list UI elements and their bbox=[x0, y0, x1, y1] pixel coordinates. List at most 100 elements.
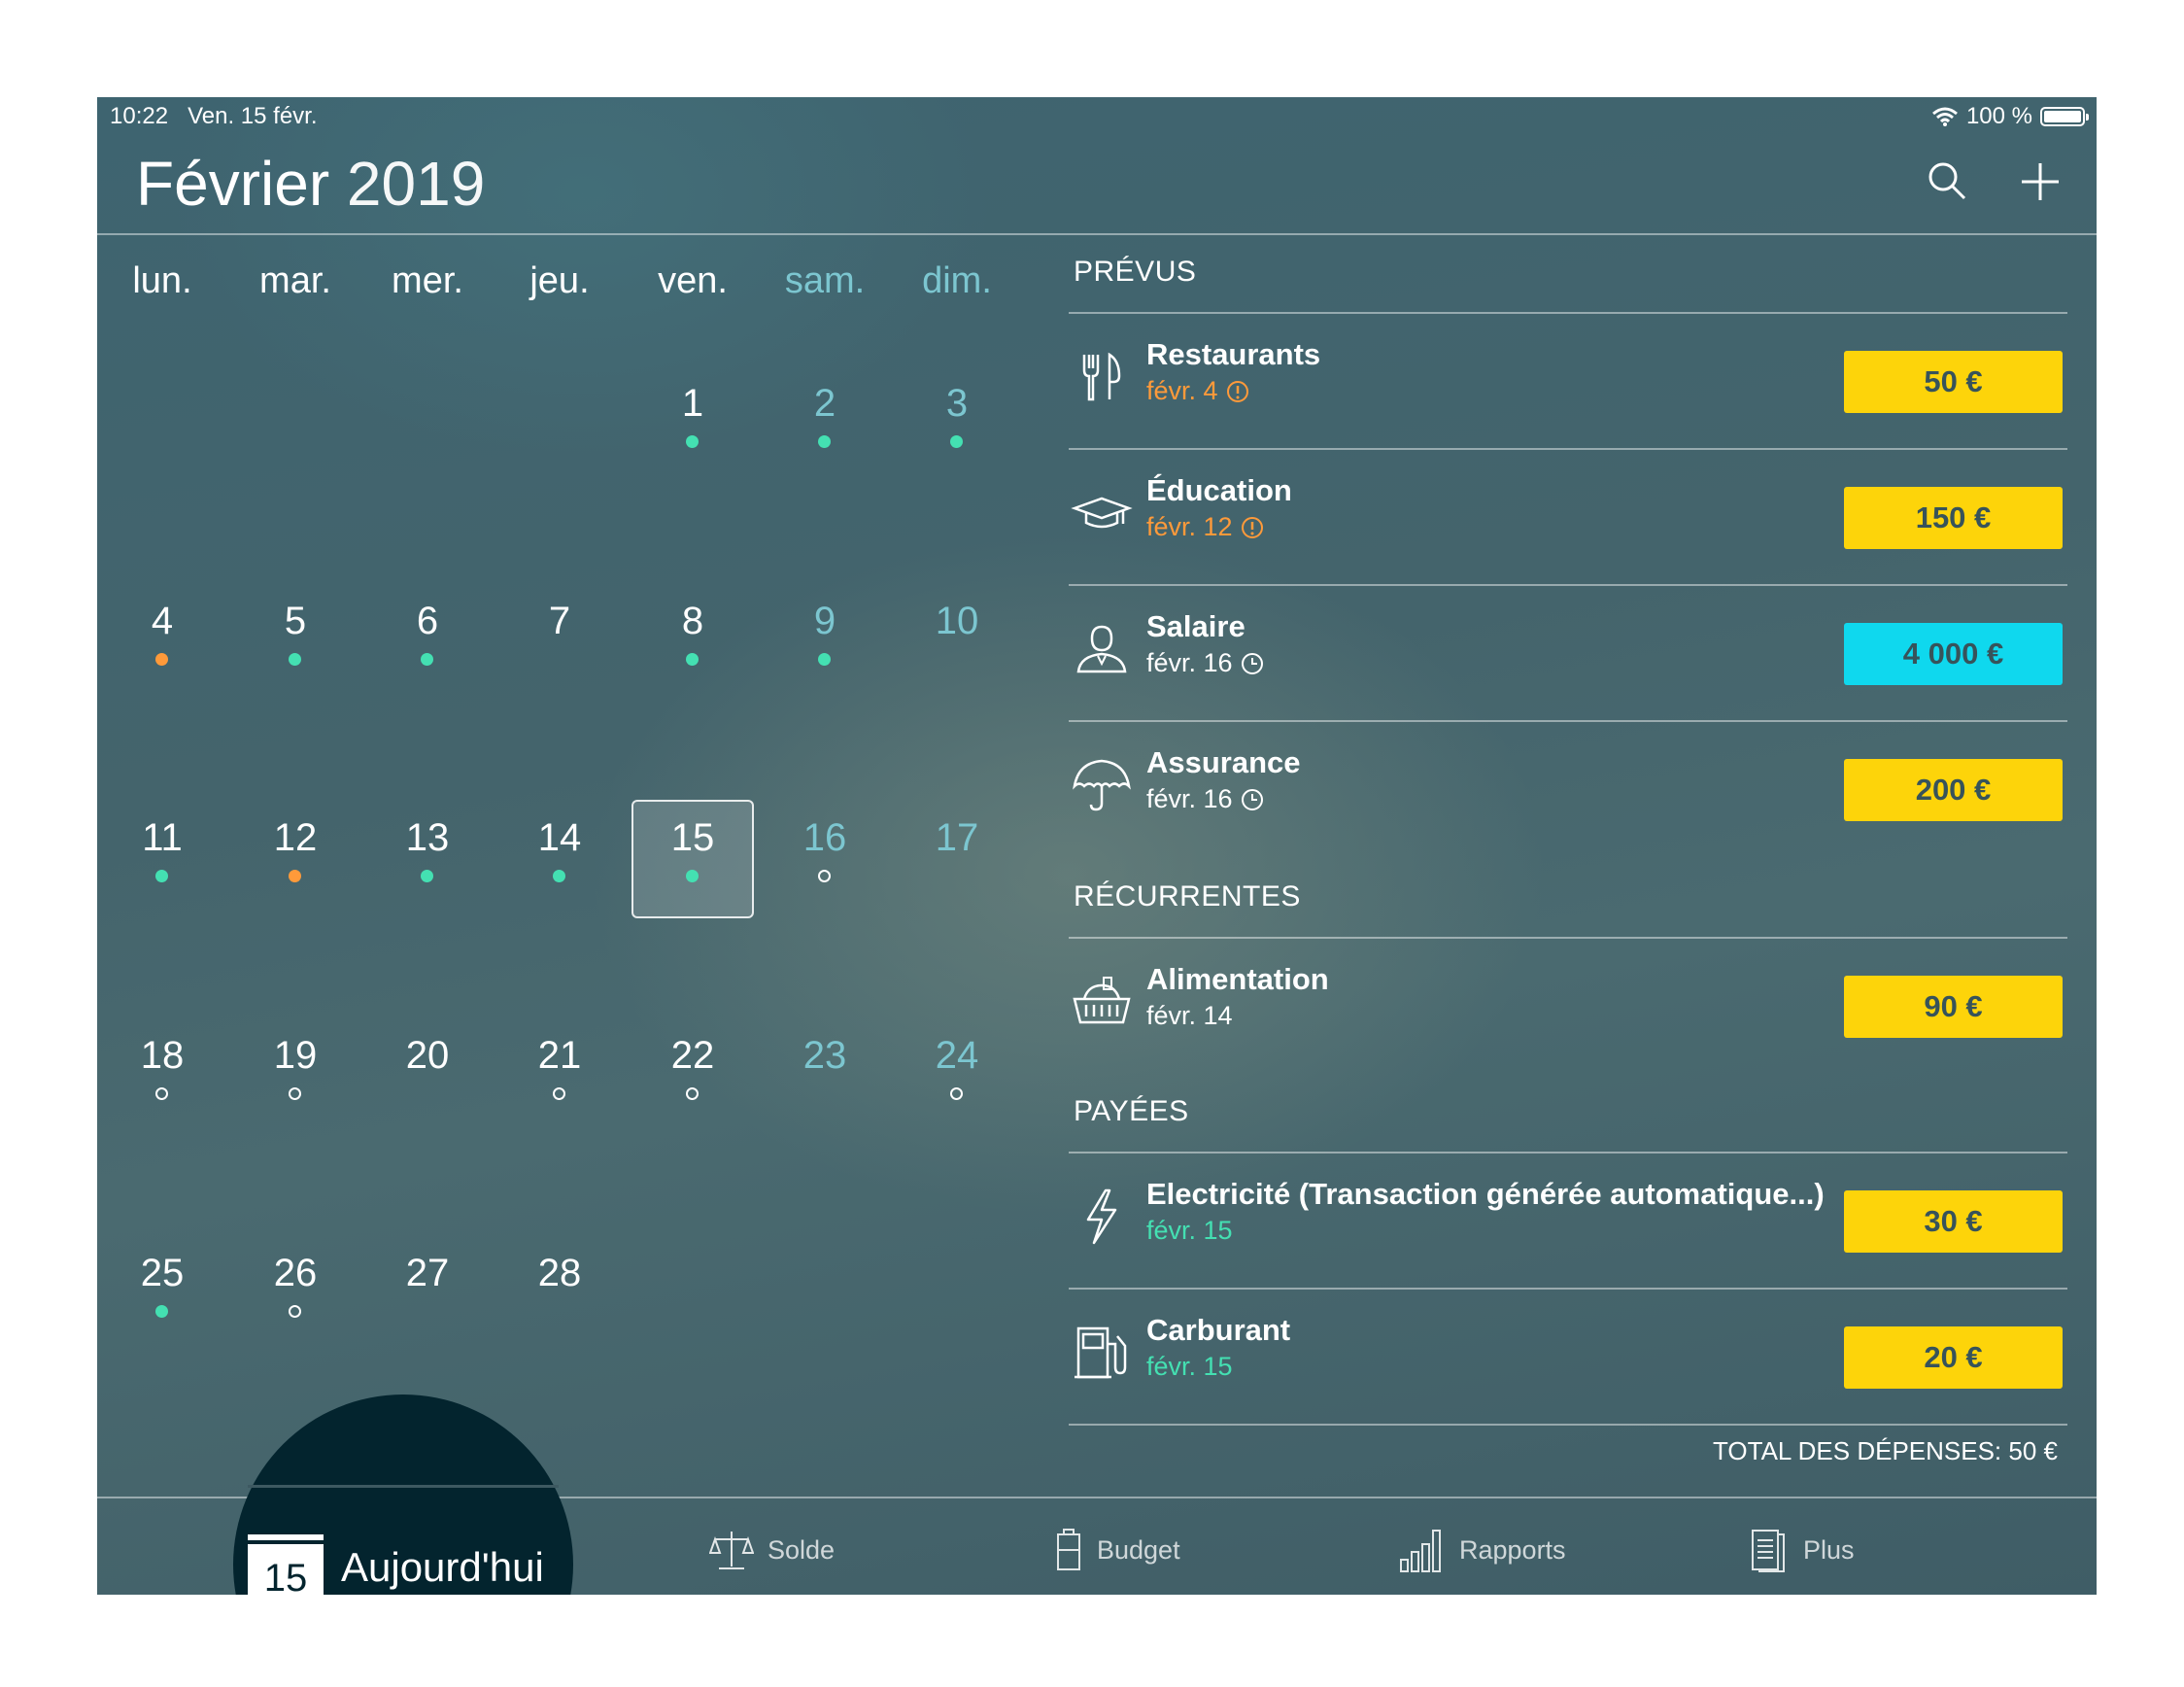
weekday-label: mar. bbox=[259, 260, 331, 301]
event-dot bbox=[686, 653, 699, 666]
calendar-day[interactable]: 14 bbox=[494, 808, 626, 905]
calendar-day[interactable]: 4 bbox=[97, 591, 228, 688]
calendar-day[interactable]: 13 bbox=[361, 808, 494, 905]
event-dot bbox=[818, 435, 831, 448]
item-amount: 150 € bbox=[1844, 487, 2063, 549]
tab-balance[interactable]: Solde bbox=[709, 1521, 835, 1579]
calendar-day[interactable]: 22 bbox=[627, 1025, 759, 1122]
calendar-day[interactable]: 5 bbox=[229, 591, 361, 688]
total-expenses: TOTAL DES DÉPENSES: 50 € bbox=[1713, 1436, 2058, 1465]
calendar-day[interactable]: 25 bbox=[97, 1243, 228, 1340]
calendar-day-number: 16 bbox=[802, 816, 847, 859]
item-amount: 4 000 € bbox=[1844, 623, 2063, 685]
status-bar-right: 100 % bbox=[1931, 103, 2089, 130]
lightning-icon bbox=[1086, 1188, 1117, 1245]
battery-budget-icon bbox=[1057, 1529, 1080, 1570]
item-name: Assurance bbox=[1146, 745, 1301, 779]
calendar-day[interactable]: 28 bbox=[494, 1243, 626, 1340]
event-dot bbox=[155, 870, 168, 882]
calendar-day[interactable]: 15 bbox=[627, 808, 759, 905]
item-date: févr. 15 bbox=[1146, 1216, 1233, 1246]
calendar-day[interactable]: 7 bbox=[494, 591, 626, 688]
calendar-day-number: 3 bbox=[945, 382, 969, 425]
tab-reports[interactable]: Rapports bbox=[1399, 1521, 1566, 1579]
event-dot bbox=[421, 870, 433, 882]
event-dot bbox=[950, 1087, 963, 1100]
calendar-day[interactable]: 26 bbox=[229, 1243, 361, 1340]
item-name: Carburant bbox=[1146, 1313, 1291, 1347]
weekday-label: lun. bbox=[132, 260, 192, 301]
item-date-text: févr. 15 bbox=[1146, 1216, 1233, 1245]
status-date: Ven. 15 févr. bbox=[188, 103, 318, 129]
event-dot bbox=[155, 653, 168, 666]
weekday-label: dim. bbox=[922, 260, 992, 301]
calendar-day-number: 27 bbox=[405, 1252, 450, 1294]
search-button[interactable] bbox=[1924, 157, 1972, 206]
calendar-day[interactable]: 10 bbox=[891, 591, 1023, 688]
tab-more[interactable]: Plus bbox=[1749, 1521, 1855, 1579]
calendar-day[interactable]: 27 bbox=[361, 1243, 494, 1340]
calendar-day[interactable]: 9 bbox=[759, 591, 891, 688]
calendar-day[interactable]: 12 bbox=[229, 808, 361, 905]
item-name: Alimentation bbox=[1146, 962, 1329, 996]
item-amount: 90 € bbox=[1844, 976, 2063, 1038]
tab-label: Rapports bbox=[1459, 1534, 1566, 1565]
person-icon bbox=[1076, 625, 1127, 673]
item-date-text: févr. 4 bbox=[1146, 376, 1218, 405]
calendar-day[interactable]: 23 bbox=[759, 1025, 891, 1122]
weekday-label: ven. bbox=[658, 260, 728, 301]
clock-icon bbox=[1241, 652, 1263, 674]
tab-label: Plus bbox=[1803, 1534, 1855, 1565]
calendar-day-number: 14 bbox=[537, 816, 582, 859]
list-item-salary[interactable]: Salaire févr. 16 4 000 € bbox=[1069, 584, 2067, 720]
calendar-day[interactable]: 1 bbox=[627, 373, 759, 470]
tab-label: Solde bbox=[768, 1534, 836, 1565]
calendar-day[interactable]: 20 bbox=[361, 1025, 494, 1122]
list-item-restaurants[interactable]: Restaurants févr. 4 50 € bbox=[1069, 312, 2067, 448]
calendar-day-number: 24 bbox=[935, 1034, 979, 1077]
item-date-text: févr. 16 bbox=[1146, 784, 1233, 813]
calendar-day-number: 6 bbox=[416, 600, 439, 642]
list-item-fuel[interactable]: Carburant févr. 15 20 € bbox=[1069, 1288, 2067, 1424]
tab-today[interactable]: 15 Aujourd'hui bbox=[248, 1534, 544, 1595]
calendar-day[interactable]: 18 bbox=[97, 1025, 228, 1122]
list-item-food[interactable]: Alimentation févr. 14 90 € bbox=[1069, 937, 2067, 1073]
event-dot bbox=[289, 1305, 301, 1318]
calendar-day[interactable]: 21 bbox=[494, 1025, 626, 1122]
calendar-day-number: 11 bbox=[142, 816, 183, 859]
calendar-day[interactable]: 24 bbox=[891, 1025, 1023, 1122]
calendar-day[interactable]: 11 bbox=[97, 808, 228, 905]
event-dot bbox=[289, 870, 301, 882]
calendar-day[interactable]: 17 bbox=[891, 808, 1023, 905]
calendar-day[interactable]: 6 bbox=[361, 591, 494, 688]
item-date: févr. 14 bbox=[1146, 1001, 1233, 1031]
battery-percent: 100 % bbox=[1965, 103, 2032, 129]
fuel-pump-icon bbox=[1075, 1326, 1127, 1379]
tab-today-label: Aujourd'hui bbox=[341, 1544, 544, 1590]
list-item-education[interactable]: Éducation févr. 12 150 € bbox=[1069, 448, 2067, 584]
add-button[interactable] bbox=[2016, 157, 2065, 206]
calendar-day-number: 22 bbox=[670, 1034, 715, 1077]
list-item-insurance[interactable]: Assurance févr. 16 200 € bbox=[1069, 720, 2067, 856]
calendar-day-number: 13 bbox=[405, 816, 450, 859]
document-icon bbox=[1752, 1530, 1785, 1572]
list-item-electricity[interactable]: Electricité (Transaction générée automat… bbox=[1069, 1152, 2067, 1288]
calendar-day-number: 15 bbox=[670, 816, 715, 859]
calendar-day-number: 9 bbox=[813, 600, 836, 642]
tab-budget[interactable]: Budget bbox=[1054, 1521, 1180, 1579]
calendar-day-number: 23 bbox=[802, 1034, 847, 1077]
item-date: févr. 12 bbox=[1146, 512, 1264, 542]
calendar-day[interactable]: 2 bbox=[759, 373, 891, 470]
calendar-day[interactable]: 3 bbox=[891, 373, 1023, 470]
umbrella-icon bbox=[1073, 759, 1131, 811]
calendar-day-number: 19 bbox=[273, 1034, 318, 1077]
item-name: Restaurants bbox=[1146, 337, 1321, 371]
item-date-text: févr. 15 bbox=[1146, 1352, 1233, 1381]
alert-icon bbox=[1226, 380, 1248, 402]
calendar-icon: 15 bbox=[248, 1534, 324, 1595]
calendar-day[interactable]: 19 bbox=[229, 1025, 361, 1122]
calendar-day[interactable]: 8 bbox=[627, 591, 759, 688]
event-dot bbox=[553, 1087, 565, 1100]
calendar-day[interactable]: 16 bbox=[759, 808, 891, 905]
weekday-label: sam. bbox=[784, 260, 866, 301]
